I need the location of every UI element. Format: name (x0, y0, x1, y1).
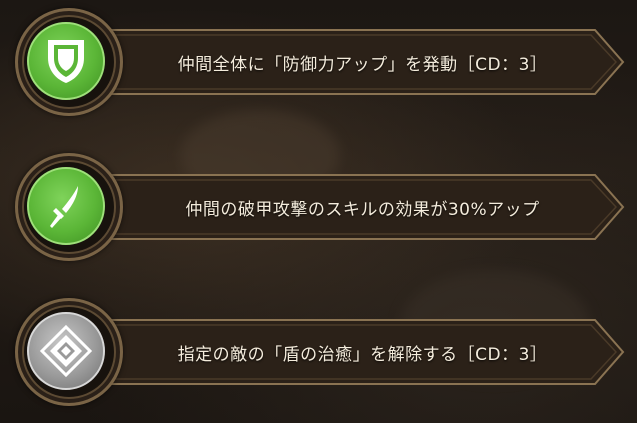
skill-description: 仲間の破甲攻撃のスキルの効果が30%アップ (185, 199, 540, 220)
skill-row-1: 仲間全体に「防御力アップ」を発動［CD：3］ (0, 0, 637, 130)
skill-description: 仲間全体に「防御力アップ」を発動［CD：3］ (177, 54, 548, 75)
diamond-icon (27, 312, 105, 390)
skill-banner: 仲間全体に「防御力アップ」を発動［CD：3］ (95, 24, 625, 100)
shield-icon (27, 22, 105, 100)
skill-description: 指定の敵の「盾の治癒」を解除する［CD：3］ (177, 344, 548, 365)
skill-row-3: 指定の敵の「盾の治癒」を解除する［CD：3］ (0, 290, 637, 420)
skill-banner: 指定の敵の「盾の治癒」を解除する［CD：3］ (95, 314, 625, 390)
blade-icon (27, 167, 105, 245)
skill-row-2: 仲間の破甲攻撃のスキルの効果が30%アップ (0, 145, 637, 275)
skill-banner: 仲間の破甲攻撃のスキルの効果が30%アップ (95, 169, 625, 245)
